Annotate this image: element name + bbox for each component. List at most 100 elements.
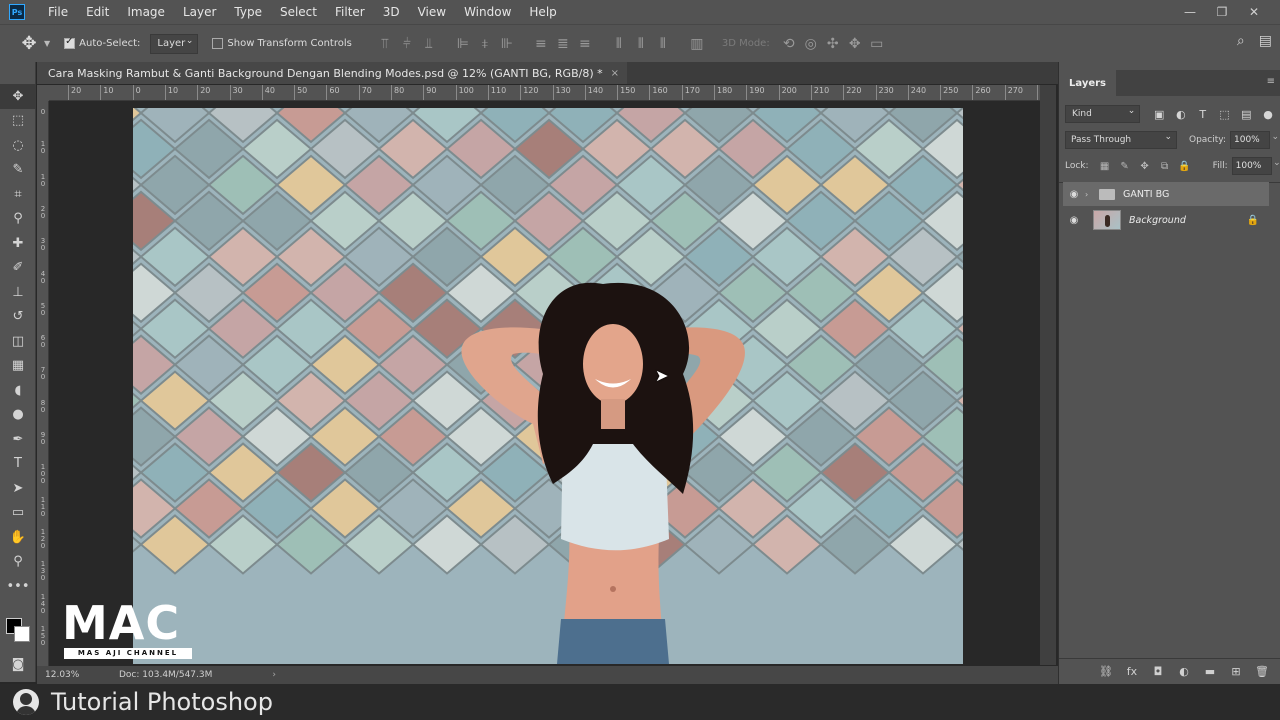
vertical-scrollbar[interactable] — [1040, 85, 1056, 665]
menu-window[interactable]: Window — [455, 5, 520, 19]
menu-3d[interactable]: 3D — [374, 5, 409, 19]
menu-layer[interactable]: Layer — [174, 5, 225, 19]
filter-shape-icon[interactable]: ⬚ — [1214, 108, 1236, 121]
lock-all-icon[interactable]: 🔒 — [1175, 161, 1195, 172]
blend-mode-select[interactable]: Pass Through — [1065, 131, 1177, 149]
marquee-tool-icon[interactable]: ⬚ — [0, 109, 36, 134]
filter-smart-object-icon[interactable]: ▤ — [1235, 108, 1257, 121]
menu-view[interactable]: View — [409, 5, 455, 19]
clone-stamp-tool-icon[interactable]: ⊥ — [0, 280, 36, 305]
auto-select-checkbox[interactable] — [64, 36, 76, 49]
document-tab[interactable]: Cara Masking Rambut & Ganti Background D… — [37, 62, 627, 84]
menu-select[interactable]: Select — [271, 5, 326, 19]
zoom-level[interactable]: 12.03% — [37, 670, 97, 680]
expand-arrow-icon[interactable]: › — [1085, 190, 1095, 199]
hand-tool-icon[interactable]: ✋ — [0, 525, 36, 550]
align-hcenter-icon[interactable]: ⧧ — [474, 33, 496, 55]
3d-roll-icon[interactable]: ◎ — [800, 33, 822, 55]
eyedropper-tool-icon[interactable]: ⚲ — [0, 207, 36, 232]
rectangle-tool-icon[interactable]: ▭ — [0, 501, 36, 526]
distribute-bottom-icon[interactable]: ≡ — [574, 33, 596, 55]
menu-filter[interactable]: Filter — [326, 5, 374, 19]
quick-select-tool-icon[interactable]: ✎ — [0, 158, 36, 183]
healing-brush-tool-icon[interactable]: ✚ — [0, 231, 36, 256]
restore-button[interactable]: ❐ — [1206, 2, 1238, 22]
filter-pixel-icon[interactable]: ▣ — [1148, 108, 1170, 121]
distribute-hcenter-icon[interactable]: ⦀ — [630, 33, 652, 55]
new-adjustment-icon[interactable]: ◐ — [1171, 665, 1197, 678]
crop-tool-icon[interactable]: ⌗ — [0, 182, 36, 207]
3d-slide-icon[interactable]: ✥ — [844, 33, 866, 55]
lock-position-icon[interactable]: ✥ — [1135, 161, 1155, 172]
3d-scale-icon[interactable]: ▭ — [866, 33, 888, 55]
blur-tool-icon[interactable]: ◖ — [0, 378, 36, 403]
close-document-icon[interactable]: × — [611, 68, 619, 79]
dodge-tool-icon[interactable]: ● — [0, 403, 36, 428]
menu-image[interactable]: Image — [118, 5, 174, 19]
move-tool-icon[interactable]: ✥ — [14, 29, 44, 59]
opacity-input[interactable]: 100% — [1230, 131, 1279, 149]
zoom-tool-icon[interactable]: ⚲ — [0, 550, 36, 575]
align-right-icon[interactable]: ⊪ — [496, 33, 518, 55]
visibility-eye-icon[interactable]: ◉ — [1063, 189, 1085, 200]
lock-artboard-icon[interactable]: ⧉ — [1155, 161, 1175, 172]
panel-menu-icon[interactable]: ≡ — [1267, 76, 1275, 87]
distribute-right-icon[interactable]: ⦀ — [652, 33, 674, 55]
type-tool-icon[interactable]: T — [0, 452, 36, 477]
delete-layer-icon[interactable]: 🗑 — [1249, 665, 1275, 678]
new-layer-icon[interactable]: ⊞ — [1223, 665, 1249, 678]
filter-kind-select[interactable]: Kind — [1065, 105, 1141, 123]
close-button[interactable]: ✕ — [1238, 2, 1270, 22]
more-tools-icon[interactable]: ••• — [0, 574, 36, 599]
align-bottom-icon[interactable]: ⫫ — [418, 33, 440, 55]
menu-type[interactable]: Type — [225, 5, 271, 19]
horizontal-ruler[interactable]: 20 10 0 10 20 30 40 50 60 70 80 90 100 110 120 130 140 15… — [49, 85, 1040, 101]
distribute-top-icon[interactable]: ≡ — [530, 33, 552, 55]
history-brush-tool-icon[interactable]: ↺ — [0, 305, 36, 330]
workspace-icon[interactable]: ▤ — [1259, 33, 1272, 49]
background-color-swatch[interactable] — [14, 626, 30, 642]
menu-file[interactable]: File — [39, 5, 77, 19]
layer-style-icon[interactable]: fx — [1119, 665, 1145, 678]
auto-select-target-select[interactable]: Layer — [150, 33, 199, 54]
vertical-ruler[interactable]: 0 1 0 1 0 2 0 3 0 4 0 5 0 6 0 7 0 8 0 9 0 1 0 0 1 1 … — [37, 101, 49, 666]
document-canvas[interactable] — [133, 108, 963, 664]
3d-pan-icon[interactable]: ✣ — [822, 33, 844, 55]
distribute-left-icon[interactable]: ⦀ — [608, 33, 630, 55]
lasso-tool-icon[interactable]: ◌ — [0, 133, 36, 158]
path-select-tool-icon[interactable]: ➤ — [0, 476, 36, 501]
gradient-tool-icon[interactable]: ▦ — [0, 354, 36, 379]
show-transform-checkbox[interactable] — [212, 38, 224, 49]
fill-input[interactable]: 100% — [1231, 157, 1280, 175]
minimize-button[interactable]: — — [1174, 2, 1206, 22]
layer-row-group[interactable]: ◉ › GANTI BG — [1063, 182, 1269, 206]
lock-transparency-icon[interactable]: ▦ — [1095, 161, 1115, 172]
layers-tab[interactable]: Layers — [1059, 70, 1116, 96]
filter-type-icon[interactable]: T — [1192, 108, 1214, 121]
align-vcenter-icon[interactable]: ⫩ — [396, 33, 418, 55]
status-menu-arrow-icon[interactable]: › — [272, 670, 276, 680]
tool-preset-caret-icon[interactable]: ▼ — [44, 39, 50, 48]
color-swatches[interactable] — [6, 618, 34, 646]
pen-tool-icon[interactable]: ✒ — [0, 427, 36, 452]
3d-orbit-icon[interactable]: ⟲ — [778, 33, 800, 55]
align-top-icon[interactable]: ⫪ — [374, 33, 396, 55]
new-group-icon[interactable]: ▬ — [1197, 665, 1223, 678]
brush-tool-icon[interactable]: ✐ — [0, 256, 36, 281]
add-mask-icon[interactable]: ◘ — [1145, 665, 1171, 678]
auto-align-icon[interactable]: ▥ — [686, 33, 708, 55]
layer-row-background[interactable]: ◉ Background 🔒 — [1063, 208, 1269, 232]
link-layers-icon[interactable]: ⛓ — [1093, 665, 1119, 678]
search-icon[interactable]: ⌕ — [1237, 33, 1245, 49]
eraser-tool-icon[interactable]: ◫ — [0, 329, 36, 354]
align-left-icon[interactable]: ⊫ — [452, 33, 474, 55]
quick-mask-icon[interactable]: ◙ — [0, 652, 36, 677]
visibility-eye-icon[interactable]: ◉ — [1063, 215, 1085, 226]
filter-adjustment-icon[interactable]: ◐ — [1170, 108, 1192, 121]
distribute-vcenter-icon[interactable]: ≣ — [552, 33, 574, 55]
menu-edit[interactable]: Edit — [77, 5, 118, 19]
canvas-area[interactable]: ➤ — [50, 102, 1040, 664]
move-tool-icon[interactable]: ✥ — [0, 84, 36, 109]
filter-toggle-icon[interactable]: ● — [1257, 108, 1279, 121]
menu-help[interactable]: Help — [520, 5, 565, 19]
